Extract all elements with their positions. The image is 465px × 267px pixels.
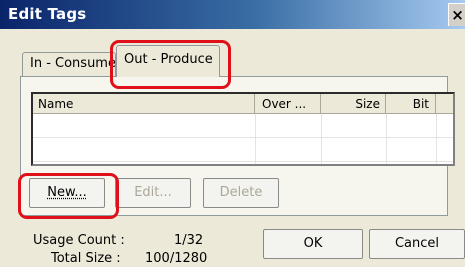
- total-size-value: 100/1280: [145, 251, 208, 266]
- window-title: Edit Tags: [8, 5, 87, 23]
- table-row[interactable]: [33, 138, 453, 162]
- edit-button[interactable]: Edit...: [115, 178, 191, 208]
- column-divider: [436, 114, 437, 164]
- cancel-button-label: Cancel: [394, 236, 440, 251]
- column-header-over[interactable]: Over ...: [255, 94, 321, 114]
- column-header-name[interactable]: Name: [33, 94, 255, 114]
- tab-in-consume-label: In - Consume: [30, 56, 116, 71]
- new-button[interactable]: New...: [29, 178, 105, 208]
- delete-button-label: Delete: [219, 185, 263, 200]
- column-header-spacer: [436, 94, 453, 114]
- delete-button[interactable]: Delete: [203, 178, 279, 208]
- column-header-bit[interactable]: Bit: [386, 94, 436, 114]
- column-divider: [255, 114, 256, 164]
- tab-in-consume[interactable]: In - Consume: [22, 52, 116, 76]
- close-button[interactable]: ×: [448, 3, 465, 26]
- tags-table[interactable]: Name Over ... Size Bit: [31, 92, 455, 166]
- tab-out-produce-label: Out - Produce: [124, 52, 213, 67]
- column-divider: [386, 114, 387, 164]
- edit-button-label: Edit...: [134, 185, 172, 200]
- usage-count-label: Usage Count :: [33, 233, 125, 248]
- new-button-label: New...: [47, 185, 87, 200]
- total-size-label: Total Size :: [51, 251, 121, 266]
- tab-out-produce[interactable]: Out - Produce: [116, 45, 220, 77]
- table-row[interactable]: [33, 114, 453, 138]
- ok-button[interactable]: OK: [263, 229, 363, 259]
- cancel-button[interactable]: Cancel: [369, 229, 465, 259]
- column-header-size[interactable]: Size: [321, 94, 386, 114]
- column-divider: [321, 114, 322, 164]
- title-bar: Edit Tags ×: [0, 0, 465, 29]
- usage-count-value: 1/32: [174, 233, 204, 248]
- ok-button-label: OK: [303, 236, 323, 251]
